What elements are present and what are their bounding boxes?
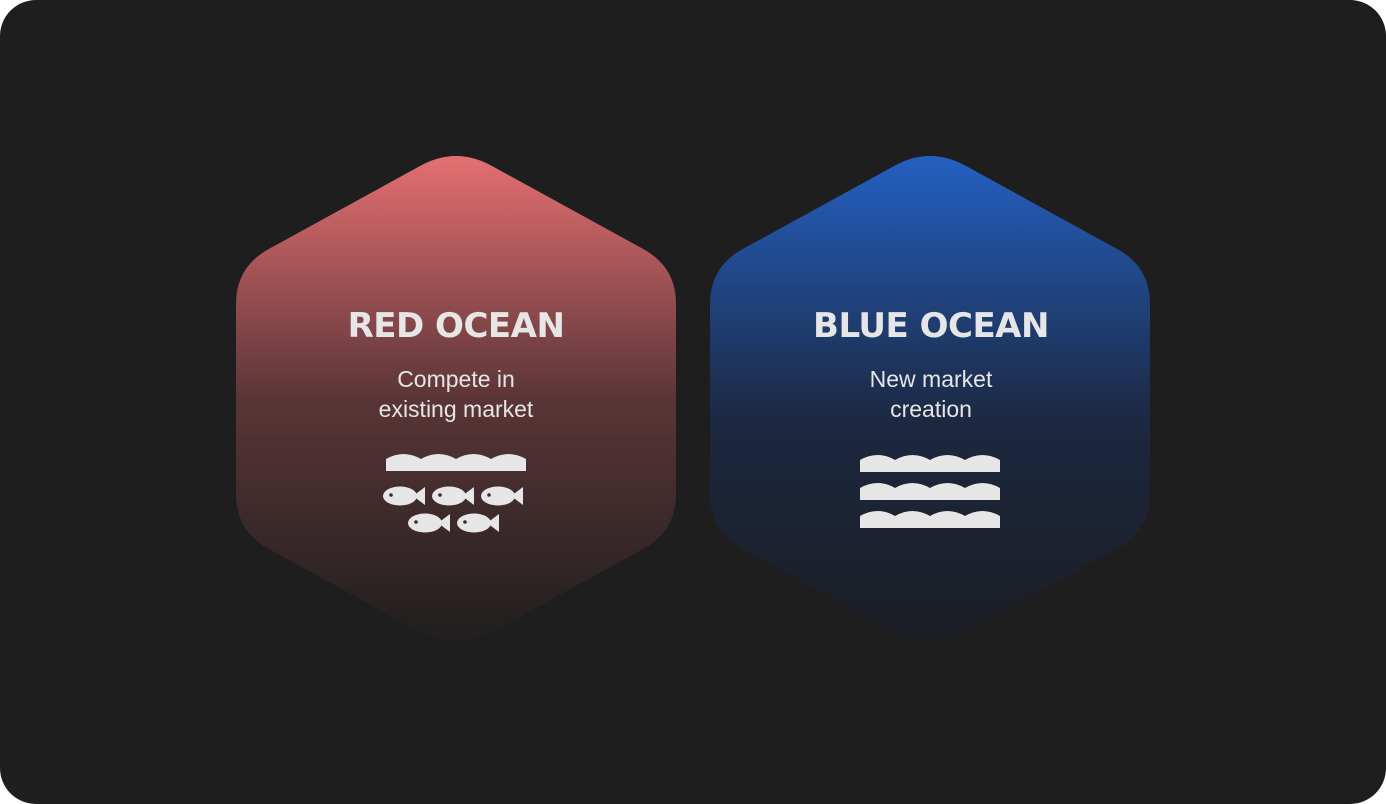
blue-ocean-subtitle-line: creation bbox=[890, 396, 972, 422]
blue-ocean-title: BLUE OCEAN bbox=[813, 306, 1049, 346]
canvas: RED OCEAN Compete in existing market BLU… bbox=[0, 0, 1386, 804]
blue-ocean-subtitle-line: New market bbox=[869, 366, 993, 392]
red-ocean-subtitle: Compete in existing market bbox=[236, 364, 676, 424]
blue-ocean-subtitle: New market creation bbox=[711, 364, 1151, 424]
red-ocean-subtitle-line: Compete in bbox=[397, 366, 515, 392]
red-ocean-subtitle-line: existing market bbox=[378, 396, 534, 422]
diagram bbox=[236, 156, 1150, 642]
red-ocean-title: RED OCEAN bbox=[347, 306, 565, 346]
waves-icon bbox=[860, 455, 1000, 528]
